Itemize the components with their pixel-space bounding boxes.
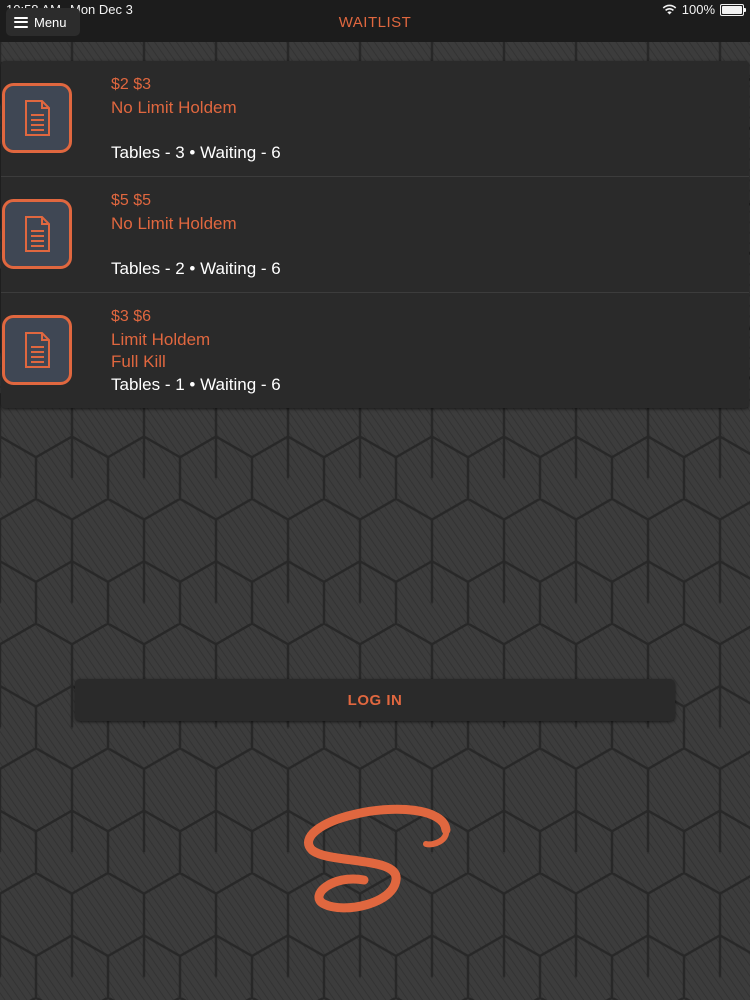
waitlist: $2 $3 No Limit Holdem Tables - 3 • Waiti… <box>1 61 749 408</box>
table-summary: Tables - 2 • Waiting - 6 <box>111 259 281 278</box>
game-stakes: $5 $5 <box>111 192 152 209</box>
script-s-logo-icon <box>304 804 451 913</box>
waitlist-item[interactable]: $5 $5 No Limit Holdem Tables - 2 • Waiti… <box>1 177 749 293</box>
status-bar: 10:58 AM Mon Dec 3 100% Menu WAITLIST <box>0 0 750 42</box>
game-name: No Limit Holdem <box>111 214 237 233</box>
game-variant: Full Kill <box>111 352 166 371</box>
waitlist-item[interactable]: $2 $3 No Limit Holdem Tables - 3 • Waiti… <box>1 61 749 177</box>
table-summary: Tables - 1 • Waiting - 6 <box>111 375 281 394</box>
game-stakes: $3 $6 <box>111 308 152 325</box>
document-icon <box>2 83 72 153</box>
game-name: Limit Holdem <box>111 330 211 349</box>
waitlist-item[interactable]: $3 $6 Limit Holdem Full Kill Tables - 1 … <box>1 293 749 408</box>
table-summary: Tables - 3 • Waiting - 6 <box>111 143 281 162</box>
game-stakes: $2 $3 <box>111 76 152 93</box>
document-icon <box>2 315 72 385</box>
document-icon <box>2 199 72 269</box>
login-button[interactable]: LOG IN <box>75 679 675 721</box>
game-name: No Limit Holdem <box>111 98 237 117</box>
page-title: WAITLIST <box>338 14 412 31</box>
